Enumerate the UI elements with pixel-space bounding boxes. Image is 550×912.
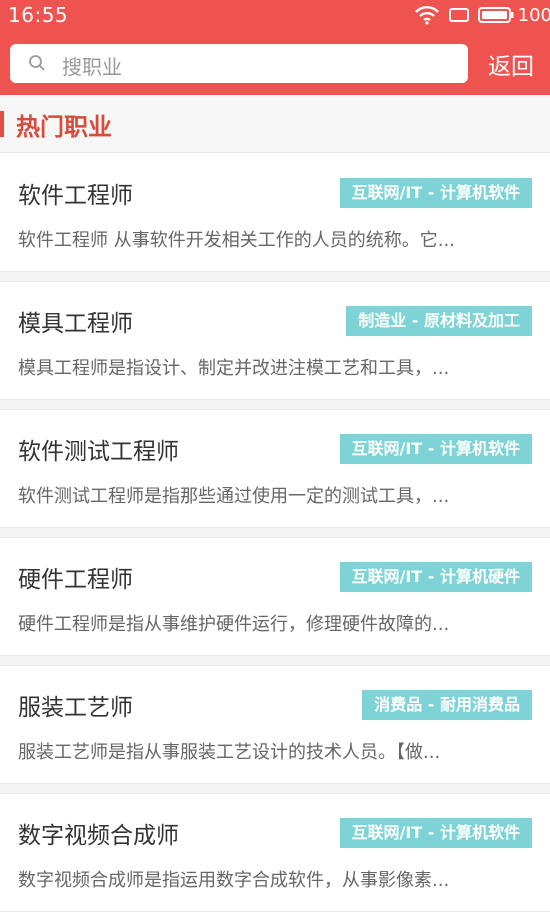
career-description: 硬件工程师是指从事维护硬件运行，修理硬件故障的...	[18, 614, 450, 635]
search-input[interactable]: 搜职业	[10, 44, 468, 83]
career-name: 硬件工程师	[18, 567, 133, 593]
wifi-icon	[414, 5, 440, 25]
search-icon	[28, 54, 46, 76]
list-divider	[0, 784, 550, 794]
category-tag: 互联网/IT - 计算机软件	[339, 434, 532, 464]
sim-icon	[448, 6, 470, 24]
list-item[interactable]: 服装工艺师 消费品 - 耐用消费品 服装工艺师是指从事服装工艺设计的技术人员。【…	[0, 666, 550, 784]
section-title: 热门职业	[16, 113, 112, 141]
list-item[interactable]: 软件测试工程师 互联网/IT - 计算机软件 软件测试工程师是指那些通过使用一定…	[0, 410, 550, 528]
career-name: 数字视频合成师	[18, 823, 179, 849]
section-header: 热门职业	[0, 95, 550, 153]
status-time: 16:55	[8, 3, 69, 27]
battery-icon	[477, 6, 514, 24]
list-item[interactable]: 数字视频合成师 互联网/IT - 计算机软件 数字视频合成师是指运用数字合成软件…	[0, 794, 550, 912]
career-description: 数字视频合成师是指运用数字合成软件，从事影像素...	[18, 870, 450, 891]
status-icons: 100	[414, 4, 550, 26]
category-tag: 互联网/IT - 计算机软件	[339, 818, 532, 848]
app-header: 16:55 100 搜职业 返回	[0, 0, 550, 95]
list-divider	[0, 656, 550, 666]
career-description: 软件工程师 从事软件开发相关工作的人员的统称。它...	[18, 230, 455, 251]
back-button[interactable]: 返回	[488, 47, 534, 81]
career-name: 软件测试工程师	[18, 439, 179, 465]
career-name: 模具工程师	[18, 311, 133, 337]
list-item[interactable]: 模具工程师 制造业 - 原材料及加工 模具工程师是指设计、制定并改进注模工艺和工…	[0, 282, 550, 400]
category-tag: 互联网/IT - 计算机软件	[339, 178, 532, 208]
category-tag: 互联网/IT - 计算机硬件	[339, 562, 532, 592]
list-divider	[0, 400, 550, 410]
list-item[interactable]: 硬件工程师 互联网/IT - 计算机硬件 硬件工程师是指从事维护硬件运行，修理硬…	[0, 538, 550, 656]
list-divider	[0, 272, 550, 282]
list-divider	[0, 528, 550, 538]
battery-level: 100	[517, 4, 550, 26]
status-bar: 16:55 100	[0, 0, 550, 30]
career-description: 软件测试工程师是指那些通过使用一定的测试工具，...	[18, 486, 450, 507]
career-name: 软件工程师	[18, 183, 133, 209]
section-accent-bar	[0, 111, 4, 137]
career-name: 服装工艺师	[18, 695, 133, 721]
list-item[interactable]: 软件工程师 互联网/IT - 计算机软件 软件工程师 从事软件开发相关工作的人员…	[0, 154, 550, 272]
category-tag: 消费品 - 耐用消费品	[362, 690, 532, 720]
career-list: 软件工程师 互联网/IT - 计算机软件 软件工程师 从事软件开发相关工作的人员…	[0, 154, 550, 912]
category-tag: 制造业 - 原材料及加工	[346, 306, 532, 336]
search-placeholder: 搜职业	[62, 55, 122, 79]
career-description: 模具工程师是指设计、制定并改进注模工艺和工具，...	[18, 358, 450, 379]
career-description: 服装工艺师是指从事服装工艺设计的技术人员。【做...	[18, 742, 441, 763]
